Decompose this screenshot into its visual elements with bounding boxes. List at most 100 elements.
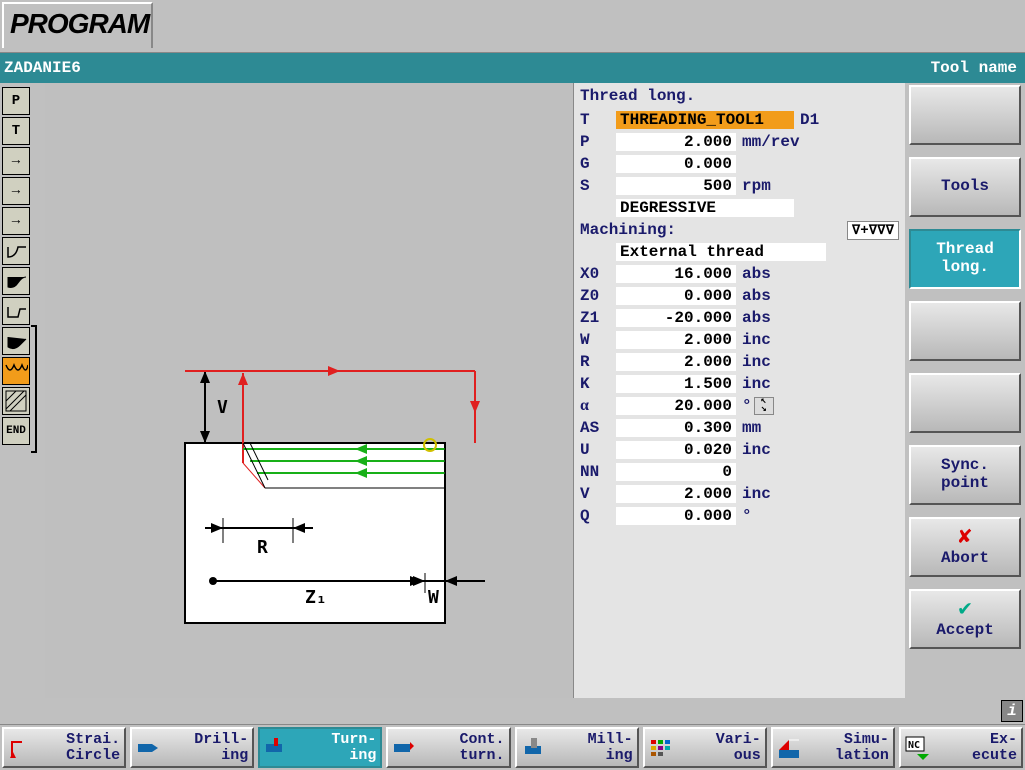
param-label-R: R: [580, 353, 616, 371]
param-label-NN: NN: [580, 463, 616, 481]
svg-text:W: W: [428, 587, 439, 608]
diagram-canvas: V: [45, 83, 573, 698]
softkey-empty[interactable]: [909, 85, 1021, 145]
left-step-curve4[interactable]: [2, 327, 30, 355]
left-toolbar: PT→→→END: [0, 83, 45, 698]
svg-text:V: V: [217, 397, 228, 418]
info-icon[interactable]: i: [1001, 700, 1023, 722]
tool-name-field[interactable]: THREADING_TOOL1: [616, 111, 794, 129]
param-value-W[interactable]: 2.000: [616, 331, 736, 349]
param-label-V: V: [580, 485, 616, 503]
softkey-sync-point[interactable]: Sync.point: [909, 445, 1021, 505]
param-unit-Z0: abs: [742, 287, 771, 305]
machining-mode-select[interactable]: ∇+∇∇∇: [847, 221, 899, 240]
param-unit-α: °: [742, 397, 752, 415]
param-label-W: W: [580, 331, 616, 349]
param-unit-AS: mm: [742, 419, 761, 437]
svg-text:Z₁: Z₁: [305, 587, 327, 608]
file-name: ZADANIE6: [4, 59, 81, 77]
softkey-accept[interactable]: ✔Accept: [909, 589, 1021, 649]
turn-icon: [264, 736, 288, 760]
param-value-AS[interactable]: 0.300: [616, 419, 736, 437]
machining-label: Machining:: [580, 221, 676, 239]
left-step-curve3[interactable]: [2, 297, 30, 325]
param-unit-X0: abs: [742, 265, 771, 283]
param-value-G[interactable]: 0.000: [616, 155, 736, 173]
left-step-hatch[interactable]: [2, 387, 30, 415]
drill-icon: [136, 736, 160, 760]
param-label-α: α: [580, 397, 616, 415]
param-value-U[interactable]: 0.020: [616, 441, 736, 459]
param-unit-Z1: abs: [742, 309, 771, 327]
left-step-curve1[interactable]: [2, 237, 30, 265]
left-step-thread[interactable]: [2, 357, 30, 385]
left-step-T[interactable]: T: [2, 117, 30, 145]
param-value-X0[interactable]: 16.000: [616, 265, 736, 283]
param-label-P: P: [580, 133, 616, 151]
nc-icon: NC: [905, 736, 929, 760]
param-label-G: G: [580, 155, 616, 173]
param-value-V[interactable]: 2.000: [616, 485, 736, 503]
param-label-AS: AS: [580, 419, 616, 437]
left-step-END[interactable]: END: [2, 417, 30, 445]
bottom-drill-button[interactable]: Drill-ing: [130, 727, 254, 768]
various-icon: [649, 736, 673, 760]
param-value-Z1[interactable]: -20.000: [616, 309, 736, 327]
abort-x-icon: ✘: [958, 526, 971, 550]
param-label-X0: X0: [580, 265, 616, 283]
parameter-panel: Thread long. T THREADING_TOOL1 D1 P2.000…: [573, 83, 905, 698]
param-label-Z0: Z0: [580, 287, 616, 305]
bottom-turn-button[interactable]: Turn-ing: [258, 727, 382, 768]
param-unit-U: inc: [742, 441, 771, 459]
bottom-nc-button[interactable]: NCEx-ecute: [899, 727, 1023, 768]
softkey-tools[interactable]: Tools: [909, 157, 1021, 217]
strai-icon: [8, 736, 32, 760]
bottom-strai-button[interactable]: Strai.Circle: [2, 727, 126, 768]
param-unit-K: inc: [742, 375, 771, 393]
tool-d: D1: [800, 111, 819, 129]
left-step-→[interactable]: →: [2, 207, 30, 235]
tool-name-label: Tool name: [931, 59, 1017, 77]
param-label-Z1: Z1: [580, 309, 616, 327]
thread-type[interactable]: External thread: [616, 243, 826, 261]
param-unit-V: inc: [742, 485, 771, 503]
softkey-abort[interactable]: ✘Abort: [909, 517, 1021, 577]
accept-check-icon: ✔: [958, 598, 971, 622]
bottom-sim-button[interactable]: Simu-lation: [771, 727, 895, 768]
tool-label: T: [580, 111, 616, 129]
param-value-Q[interactable]: 0.000: [616, 507, 736, 525]
param-value-P[interactable]: 2.000: [616, 133, 736, 151]
param-value-R[interactable]: 2.000: [616, 353, 736, 371]
param-unit-W: inc: [742, 331, 771, 349]
toggle-icon[interactable]: ↖↘: [754, 397, 774, 415]
mill-icon: [521, 736, 545, 760]
softkey-empty[interactable]: [909, 301, 1021, 361]
param-value-S[interactable]: 500: [616, 177, 736, 195]
param-value-NN[interactable]: 0: [616, 463, 736, 481]
bottom-mill-button[interactable]: Mill-ing: [515, 727, 639, 768]
cont-icon: [392, 736, 416, 760]
param-label-Q: Q: [580, 507, 616, 525]
right-softkeys: Tools Threadlong. Sync.point ✘Abort ✔Accept: [905, 83, 1025, 698]
left-step-curve2[interactable]: [2, 267, 30, 295]
softkey-thread-long-[interactable]: Threadlong.: [909, 229, 1021, 289]
svg-text:R: R: [257, 537, 268, 558]
infeed-mode[interactable]: DEGRESSIVE: [616, 199, 794, 217]
param-unit-Q: °: [742, 507, 752, 525]
param-unit-P: mm/rev: [742, 133, 800, 151]
bottom-cont-button[interactable]: Cont.turn.: [386, 727, 510, 768]
bottom-various-button[interactable]: Vari-ous: [643, 727, 767, 768]
program-tab: PROGRAM: [2, 2, 153, 48]
left-step-→[interactable]: →: [2, 147, 30, 175]
param-unit-R: inc: [742, 353, 771, 371]
left-step-→[interactable]: →: [2, 177, 30, 205]
param-value-Z0[interactable]: 0.000: [616, 287, 736, 305]
softkey-empty[interactable]: [909, 373, 1021, 433]
left-step-P[interactable]: P: [2, 87, 30, 115]
param-label-U: U: [580, 441, 616, 459]
svg-text:NC: NC: [908, 740, 920, 751]
title-bar: ZADANIE6 Tool name: [0, 53, 1025, 83]
param-unit-S: rpm: [742, 177, 771, 195]
param-value-α[interactable]: 20.000: [616, 397, 736, 415]
param-value-K[interactable]: 1.500: [616, 375, 736, 393]
